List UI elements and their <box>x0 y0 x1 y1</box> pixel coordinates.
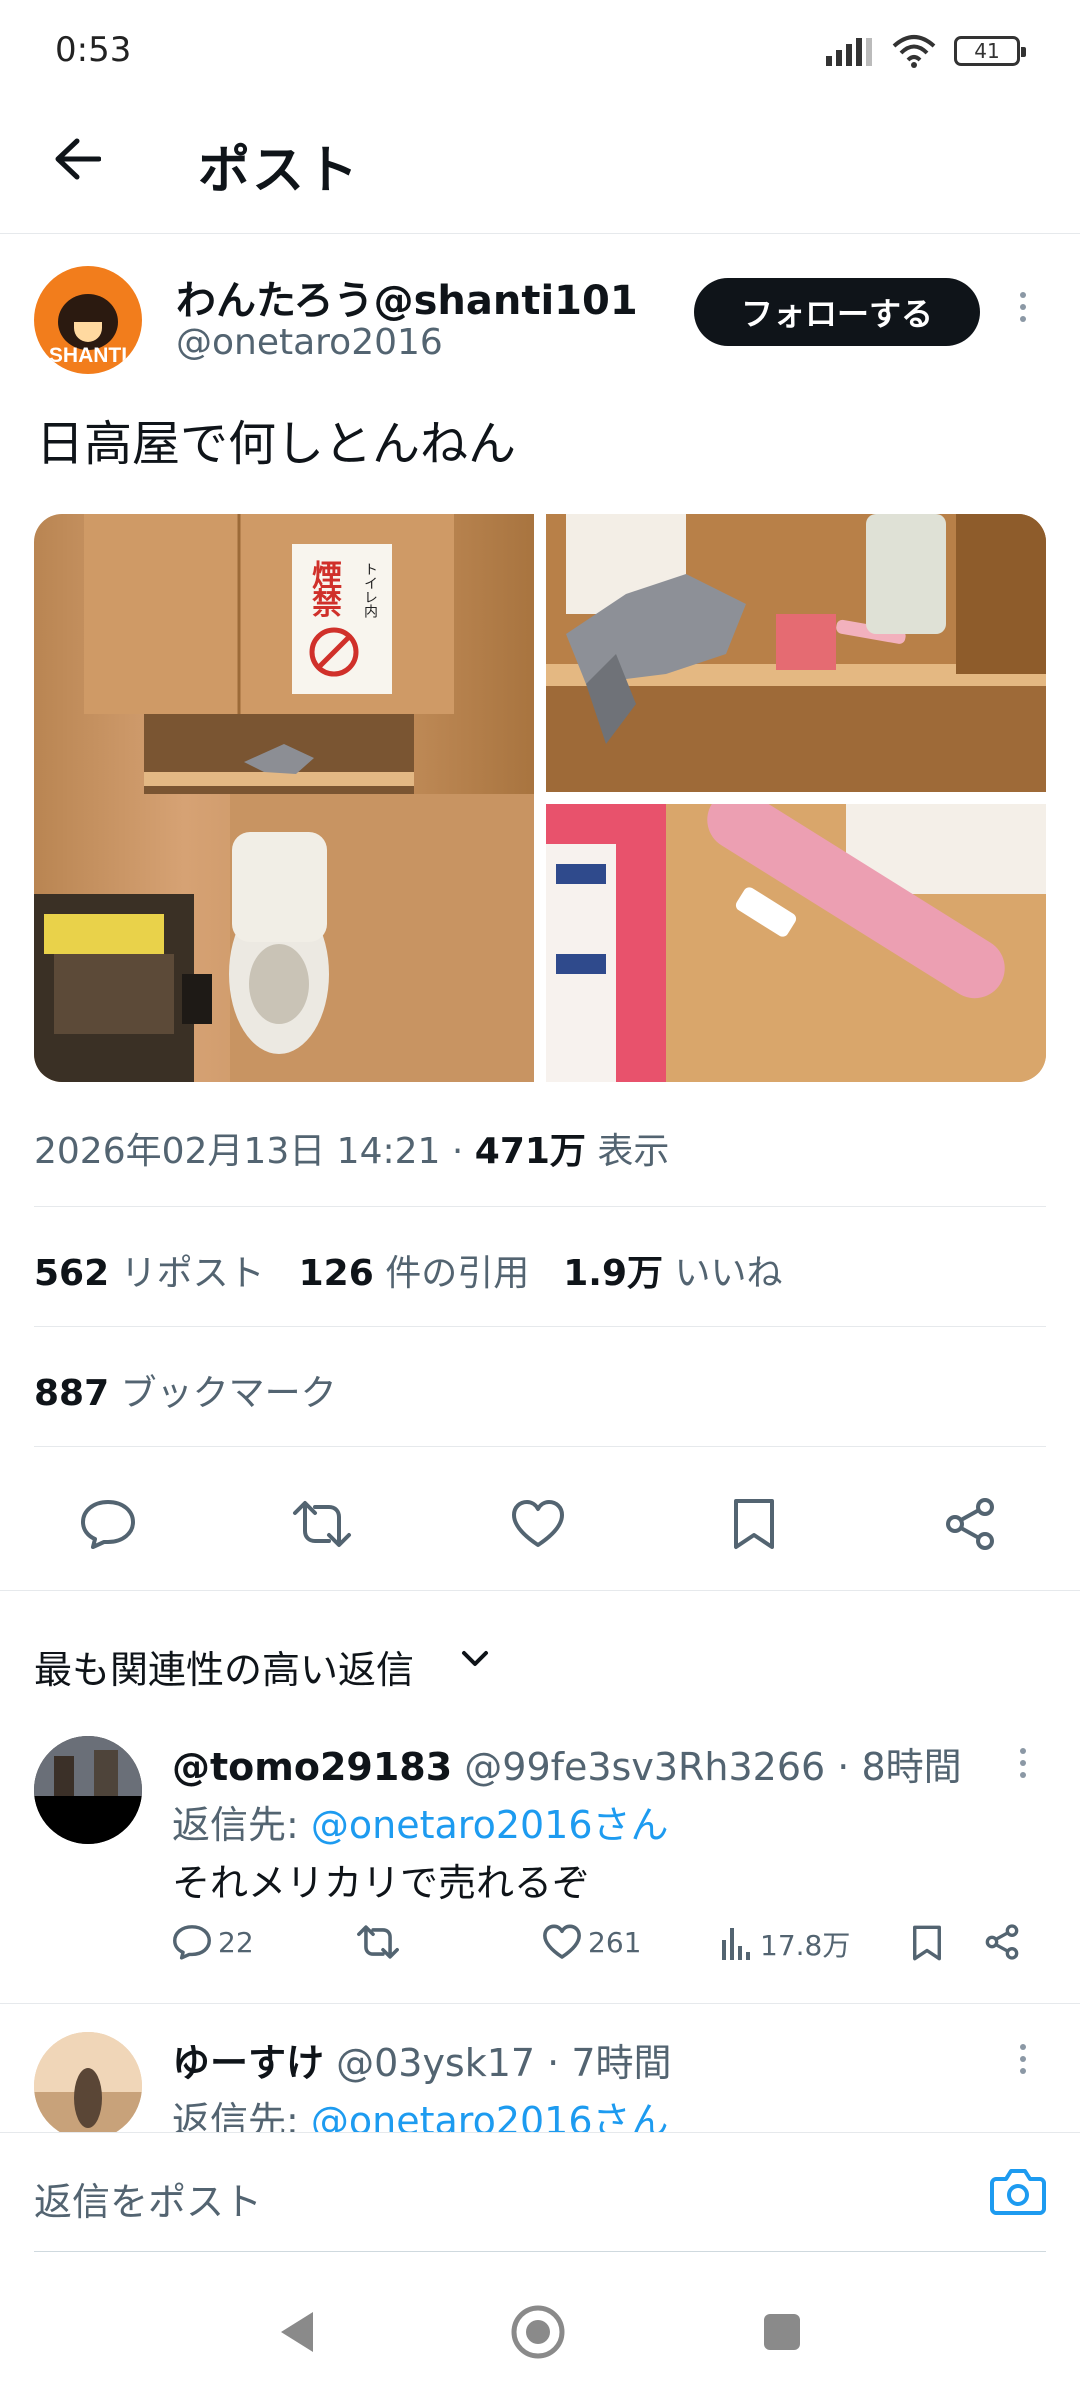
reply-share-button[interactable] <box>984 1924 1020 1960</box>
nav-back-button[interactable] <box>264 2300 328 2364</box>
post-photo-test-stick[interactable] <box>546 804 1046 1082</box>
quotes-stat[interactable]: 126 件の引用 <box>299 1244 530 1296</box>
nav-recents-icon <box>764 2314 800 2350</box>
divider <box>34 1326 1046 1327</box>
reply-view-count: 17.8万 <box>760 1929 851 1962</box>
heart-icon <box>512 1500 564 1547</box>
reply-compose-bar: 返信をポスト <box>0 2132 1080 2253</box>
bar-chart-icon <box>722 1928 750 1960</box>
reply-more-icon[interactable] <box>1020 2044 1026 2074</box>
like-button[interactable] <box>506 1492 570 1556</box>
timestamp-text: 2026年02月13日 14:21 · <box>34 1131 475 1172</box>
reply-meta: @99fe3sv3Rh3266 · 8時間 <box>452 1745 962 1789</box>
author-display-name[interactable]: わんたろう@shanti101 <box>176 268 638 326</box>
bookmarks-count: 887 <box>34 1373 110 1414</box>
post-actions <box>0 1454 1080 1594</box>
divider <box>34 1206 1046 1207</box>
reply-display-name: ゆーすけ <box>172 2041 325 2085</box>
reply-icon <box>173 1925 211 1960</box>
reply-author[interactable]: @tomo29183 @99fe3sv3Rh3266 · 8時間 <box>172 1736 962 1791</box>
chevron-down-icon <box>462 1651 488 1666</box>
reply-to-line: 返信先: @onetaro2016さん <box>172 1794 669 1849</box>
bookmark-button[interactable] <box>722 1492 786 1556</box>
no-smoking-sign-kanji-2: 煙 <box>312 559 342 594</box>
status-icons: 41 <box>824 34 1026 68</box>
reply-sort-dropdown[interactable]: 最も関連性の高い返信 <box>0 1590 1080 1744</box>
post-photo-restroom[interactable]: 禁 煙 トイレ内 <box>34 514 534 1082</box>
reply-like-button[interactable]: 261 <box>542 1924 641 1960</box>
battery-icon: 41 <box>954 36 1026 66</box>
battery-level: 41 <box>974 39 1000 63</box>
bookmarks-label: ブックマーク <box>109 1373 337 1414</box>
status-time: 0:53 <box>55 30 132 70</box>
nav-home-button[interactable] <box>506 2300 570 2364</box>
repost-icon <box>357 1925 399 1959</box>
signal-icon <box>826 38 872 66</box>
reply-to-mention[interactable]: @onetaro2016さん <box>311 2099 669 2132</box>
repost-button[interactable] <box>290 1492 354 1556</box>
camera-icon <box>990 2169 1046 2215</box>
avatar-brand-text: SHANTI <box>48 344 128 367</box>
bookmarks-stat[interactable]: 887 ブックマーク <box>34 1364 337 1416</box>
reply-meta: @03ysk17 · 7時間 <box>324 2041 672 2085</box>
reply-views-button[interactable]: 17.8万 <box>720 1924 850 1964</box>
back-button[interactable] <box>46 128 108 190</box>
back-arrow-icon <box>55 138 101 180</box>
reply-icon <box>81 1500 135 1549</box>
author-handle[interactable]: @onetaro2016 <box>176 322 443 363</box>
reply-author[interactable]: ゆーすけ @03ysk17 · 7時間 <box>172 2032 672 2087</box>
engagement-stats: 562 リポスト 126 件の引用 1.9万 いいね <box>34 1244 782 1296</box>
status-bar: 0:53 41 <box>0 0 1080 100</box>
reply-avatar[interactable] <box>34 1736 142 1844</box>
share-icon <box>985 1924 1019 1960</box>
header: ポスト <box>0 100 1080 234</box>
view-count: 471万 <box>474 1131 586 1172</box>
post-media-grid: 禁 煙 トイレ内 <box>34 514 1046 1082</box>
reposts-stat[interactable]: 562 リポスト <box>34 1244 265 1296</box>
bookmark-icon <box>913 1925 941 1961</box>
share-button[interactable] <box>938 1492 1002 1556</box>
reply-button[interactable] <box>76 1492 140 1556</box>
author-avatar[interactable]: SHANTI <box>34 266 142 374</box>
reply-to-line: 返信先: @onetaro2016さん <box>172 2090 669 2132</box>
reply-to-prefix: 返信先: <box>172 2099 311 2132</box>
reply-display-name: @tomo29183 <box>172 1745 453 1789</box>
reply-sort-label: 最も関連性の高い返信 <box>34 1648 415 1692</box>
reply-like-count: 261 <box>588 1925 642 1959</box>
reply-reply-count: 22 <box>218 1925 254 1959</box>
reply-item[interactable]: ゆーすけ @03ysk17 · 7時間 返信先: @onetaro2016さん <box>0 2004 1080 2132</box>
post-timestamp: 2026年02月13日 14:21 · 471万 表示 <box>34 1122 669 1174</box>
reply-more-icon[interactable] <box>1020 1748 1026 1778</box>
reply-avatar[interactable] <box>34 2032 142 2132</box>
system-nav-bar <box>0 2252 1080 2400</box>
post-text: 日高屋で何しとんねん <box>36 416 517 472</box>
repost-icon <box>293 1501 351 1547</box>
no-smoking-sign-caption: トイレ内 <box>362 562 378 619</box>
follow-button[interactable]: フォローする <box>694 278 980 346</box>
reply-text: それメリカリで売れるぞ <box>172 1861 591 1905</box>
reply-reply-button[interactable]: 22 <box>172 1924 254 1960</box>
view-label: 表示 <box>585 1131 670 1172</box>
wifi-icon <box>892 35 936 68</box>
nav-recents-button[interactable] <box>750 2300 814 2364</box>
reply-to-mention[interactable]: @onetaro2016さん <box>311 1803 669 1847</box>
camera-button[interactable] <box>990 2165 1046 2221</box>
reply-bookmark-button[interactable] <box>912 1924 942 1962</box>
nav-home-icon <box>511 2305 565 2359</box>
bookmark-icon <box>734 1499 774 1549</box>
reply-to-prefix: 返信先: <box>172 1803 311 1847</box>
reply-item[interactable]: @tomo29183 @99fe3sv3Rh3266 · 8時間 返信先: @o… <box>0 1736 1080 2004</box>
heart-icon <box>543 1924 581 1959</box>
reply-repost-button[interactable] <box>356 1924 400 1960</box>
page-title: ポスト <box>198 141 361 201</box>
share-icon <box>946 1498 994 1550</box>
nav-back-icon <box>281 2312 313 2352</box>
reply-actions: 22 261 17.8万 <box>172 1924 1034 1976</box>
reply-input[interactable]: 返信をポスト <box>34 2171 262 2226</box>
likes-stat[interactable]: 1.9万 いいね <box>563 1244 782 1296</box>
post-photo-shelf[interactable] <box>546 514 1046 792</box>
post-more-icon[interactable] <box>1020 292 1026 322</box>
divider <box>34 1446 1046 1447</box>
